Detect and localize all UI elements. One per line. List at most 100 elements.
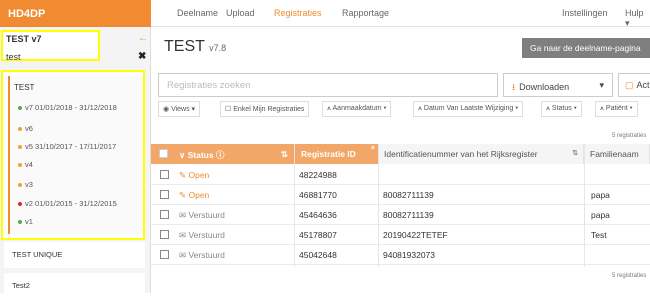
status-dot-icon xyxy=(18,183,22,188)
filter-mine[interactable]: ☐ Enkel Mijn Registraties xyxy=(220,101,310,117)
chevron-down-icon: ∨ xyxy=(179,150,186,160)
nav-registraties[interactable]: Registraties xyxy=(274,8,322,18)
filter-aanmaakdatum-label: Aanmaakdatum xyxy=(332,105,382,112)
version-item[interactable]: v2 01/01/2015 - 31/12/2015 xyxy=(18,199,117,208)
version-label: v5 31/10/2017 - 17/11/2017 xyxy=(25,142,117,151)
version-item[interactable]: v3 xyxy=(18,180,33,189)
nav-rapportage[interactable]: Rapportage xyxy=(342,8,389,18)
row-familienaam: papa xyxy=(591,190,610,200)
version-label: v3 xyxy=(25,180,33,189)
filter-views[interactable]: ◉ Views ▾ xyxy=(158,101,201,117)
row-rijksregister: 94081932073 xyxy=(383,250,436,260)
header-status[interactable]: ∨ Status ⓘ ⇅ xyxy=(173,144,294,164)
page-version: v7.8 xyxy=(209,43,227,53)
version-label: v2 01/01/2015 - 31/12/2015 xyxy=(25,199,117,208)
row-familienaam: Test xyxy=(591,230,607,240)
chevron-down-icon: ▾ xyxy=(599,80,604,90)
sidebar-item-test-unique[interactable]: TEST UNIQUE xyxy=(4,242,145,268)
filter-patient-label: Patiënt xyxy=(605,105,628,112)
table-row[interactable]: ✎ Open 46881770 80082711139 papa xyxy=(151,185,650,205)
version-label: v4 xyxy=(25,160,33,169)
row-registratie-id: 45042648 xyxy=(299,250,337,260)
nav-hulp[interactable]: Hulp ▾ xyxy=(625,8,650,29)
status-dot-icon xyxy=(18,202,22,207)
row-status: ✎ Open xyxy=(179,190,209,201)
info-icon: ⓘ xyxy=(215,150,225,160)
version-item[interactable]: v7 01/01/2018 - 31/12/2018 xyxy=(18,103,117,112)
close-icon[interactable]: × xyxy=(371,145,375,152)
go-to-participation-button[interactable]: Ga naar de deelname-pagina xyxy=(522,38,650,58)
nav-deelname[interactable]: Deelname xyxy=(177,8,218,18)
filter-status[interactable]: ⩚ Status ▾ xyxy=(541,101,582,117)
header-rijks-label: Identificatienummer van het Rijksregiste… xyxy=(384,149,538,159)
row-status-label: Verstuurd xyxy=(188,250,225,260)
row-status-label: Open xyxy=(188,190,210,200)
header-rijksregister[interactable]: Identificatienummer van het Rijksregiste… xyxy=(378,144,584,164)
select-all-checkbox-cell[interactable] xyxy=(151,144,173,164)
nav-upload[interactable]: Upload xyxy=(226,8,255,18)
actions-label: Acti xyxy=(636,80,650,90)
page-title-text: TEST xyxy=(164,38,205,55)
row-checkbox[interactable] xyxy=(160,190,169,199)
nav-instellingen[interactable]: Instellingen xyxy=(562,8,608,18)
project-title: TEST v7 xyxy=(6,34,42,44)
header-familie-label: Familienaam xyxy=(590,149,639,159)
table-row[interactable]: ✉ Verstuurd 45042648 94081932073 xyxy=(151,245,650,265)
row-checkbox[interactable] xyxy=(160,210,169,219)
select-all-checkbox[interactable] xyxy=(159,149,168,158)
sort-icon: ⇅ xyxy=(280,149,288,159)
version-label: v7 01/01/2018 - 31/12/2018 xyxy=(25,103,117,112)
download-icon: ⭳ xyxy=(512,82,516,92)
row-status-label: Verstuurd xyxy=(188,230,225,240)
status-dot-icon xyxy=(18,106,22,111)
arrow-left-icon[interactable]: ← xyxy=(138,33,148,44)
row-familienaam: papa xyxy=(591,210,610,220)
row-checkbox[interactable] xyxy=(160,230,169,239)
row-status: ✉ Verstuurd xyxy=(179,250,225,261)
page-title: TEST v7.8 xyxy=(164,38,226,56)
registration-count-top: 5 registraties xyxy=(612,133,647,139)
status-dot-icon xyxy=(18,220,22,225)
close-icon[interactable]: ✖ xyxy=(138,51,146,62)
filter-status-label: Status xyxy=(551,105,572,112)
version-label: v6 xyxy=(25,124,33,133)
download-label: Downloaden xyxy=(519,82,570,92)
version-list-heading[interactable]: TEST xyxy=(14,83,34,92)
header-registratie-id[interactable]: Registratie ID × xyxy=(294,144,378,164)
filter-icon: ⩚ xyxy=(418,105,422,112)
column-divider xyxy=(294,144,295,267)
project-subtitle: test xyxy=(6,52,21,62)
version-item[interactable]: v6 xyxy=(18,124,33,133)
top-navbar: HD4DP Deelname Upload Registraties Rappo… xyxy=(0,0,650,29)
actions-button[interactable]: ▢Acti xyxy=(618,73,650,97)
status-dot-icon xyxy=(18,163,22,168)
version-list xyxy=(8,76,142,234)
header-familienaam[interactable]: Familienaam xyxy=(584,144,650,164)
filter-aanmaakdatum[interactable]: ⩚ Aanmaakdatum ▾ xyxy=(322,101,392,117)
filter-datum-wijziging[interactable]: ⩚ Datum Van Laatste Wijziging ▾ xyxy=(413,101,524,117)
filter-views-label: Views xyxy=(171,106,190,113)
version-item[interactable]: v1 xyxy=(18,217,33,226)
download-button[interactable]: ⭳ Downloaden ▾ xyxy=(503,73,613,97)
filter-mine-label: Enkel Mijn Registraties xyxy=(233,106,305,113)
table-row[interactable]: ✉ Verstuurd 45464636 80082711139 papa xyxy=(151,205,650,225)
table-row[interactable]: ✎ Open 48224988 xyxy=(151,165,650,185)
row-rijksregister: 80082711139 xyxy=(383,210,434,220)
row-status: ✉ Verstuurd xyxy=(179,210,225,221)
filter-patient[interactable]: ⩚ Patiënt ▾ xyxy=(595,101,638,117)
row-checkbox[interactable] xyxy=(160,170,169,179)
sidebar-item-test2[interactable]: Test2 xyxy=(4,273,145,299)
version-item[interactable]: v4 xyxy=(18,160,33,169)
row-checkbox[interactable] xyxy=(160,250,169,259)
version-item[interactable]: v5 31/10/2017 - 17/11/2017 xyxy=(18,142,116,151)
brand-logo[interactable]: HD4DP xyxy=(0,0,151,27)
table-row[interactable]: ✉ Verstuurd 45178807 20190422TETEF Test xyxy=(151,225,650,245)
column-divider xyxy=(584,144,585,267)
row-registratie-id: 48224988 xyxy=(299,170,337,180)
search-input[interactable]: Registraties zoeken xyxy=(158,73,498,97)
eye-icon: ◉ xyxy=(163,106,170,113)
filter-icon: ⩚ xyxy=(327,105,331,112)
status-dot-icon xyxy=(18,145,22,150)
column-divider xyxy=(378,144,379,267)
row-rijksregister: 20190422TETEF xyxy=(383,230,448,240)
